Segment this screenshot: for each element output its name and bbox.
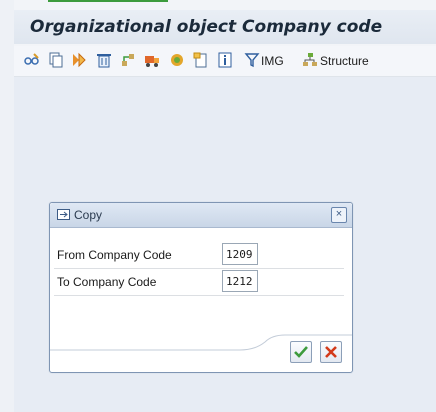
img-button-label[interactable]: IMG [261,54,284,68]
left-strip [0,0,14,412]
top-accent-line [48,0,168,2]
from-company-code-label: From Company Code [57,248,172,262]
cancel-button[interactable] [320,341,342,363]
dialog-header: Copy × [50,203,352,228]
confirm-button[interactable] [290,341,312,363]
from-company-code-input[interactable] [222,243,258,265]
application-toolbar: IMG Structure [14,46,436,77]
edit-glasses-icon[interactable] [24,52,40,68]
to-company-code-input[interactable] [222,270,258,292]
structure-button-label[interactable]: Structure [320,54,369,68]
from-company-code-row: From Company Code [54,242,344,269]
info-icon[interactable] [217,52,233,68]
title-bar: Organizational object Company code [14,10,436,44]
dialog-window-icon [57,209,70,220]
settings-icon[interactable] [169,52,185,68]
to-company-code-row: To Company Code [54,269,344,296]
delete-icon[interactable] [96,52,112,68]
transport-truck-icon[interactable] [144,52,160,68]
check-icon[interactable] [120,52,136,68]
cancel-x-icon [325,346,337,358]
img-filter-icon[interactable] [244,52,260,68]
copy-org-object-icon[interactable] [48,52,64,68]
transport-icon[interactable] [72,52,88,68]
to-company-code-label: To Company Code [57,275,157,289]
structure-icon[interactable] [302,52,318,68]
copy-dialog: Copy × From Company Code To Company Code [49,202,353,373]
page-title: Organizational object Company code [30,17,383,37]
copy-doc-icon[interactable] [193,52,209,68]
dialog-title: Copy [74,208,103,222]
close-icon[interactable]: × [331,207,347,223]
dialog-footer [50,334,352,372]
checkmark-icon [294,346,308,358]
